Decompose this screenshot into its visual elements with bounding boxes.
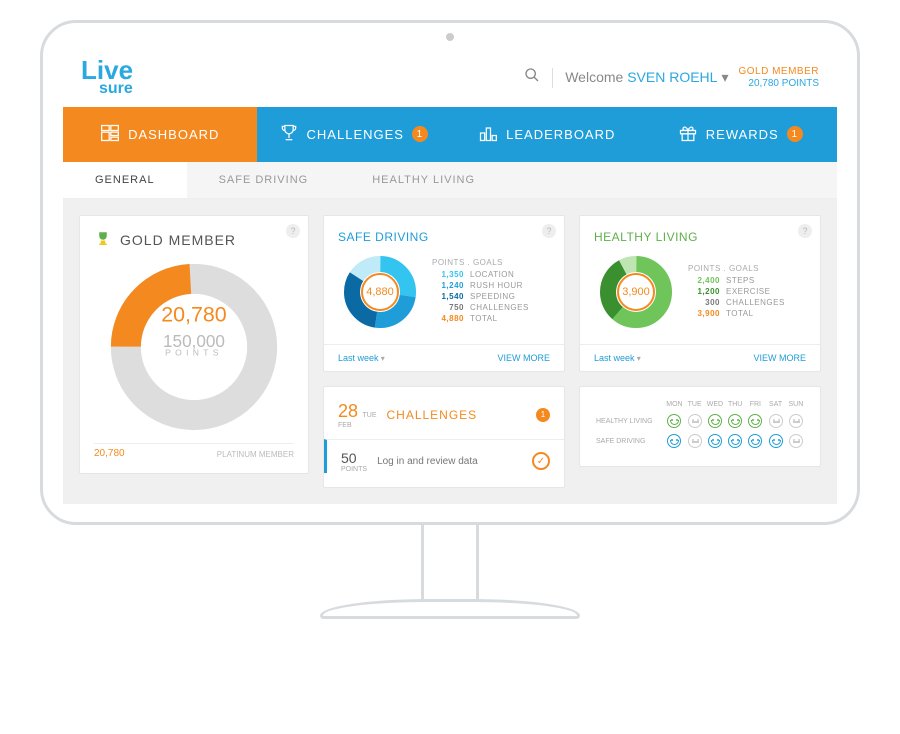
- safe-driving-period[interactable]: Last week: [338, 353, 385, 363]
- face-icon: [748, 414, 762, 428]
- challenge-item[interactable]: 50 POINTS Log in and review data ✓: [324, 439, 564, 473]
- mood-grid-card: MONTUEWEDTHUFRISATSUN HEALTHY LIVING: [579, 386, 821, 467]
- user-name[interactable]: SVEN ROEHL: [627, 69, 717, 85]
- member-points: 20,780: [130, 304, 259, 330]
- camera-dot: [446, 33, 454, 41]
- challenges-badge: 1: [412, 126, 428, 142]
- app-header: Live sure Welcome SVEN ROEHL▾ GOLD MEMBE…: [63, 49, 837, 107]
- face-icon: [708, 434, 722, 448]
- face-icon: [769, 414, 783, 428]
- primary-nav: DASHBOARD CHALLENGES 1 LEADERBOARD REWAR…: [63, 107, 837, 162]
- tab-safe-driving[interactable]: SAFE DRIVING: [187, 162, 341, 198]
- face-icon: [789, 414, 803, 428]
- nav-challenges[interactable]: CHALLENGES 1: [257, 107, 451, 162]
- healthy-living-donut: 3,900: [594, 250, 678, 334]
- trophy-icon: [279, 123, 299, 146]
- face-icon: [769, 434, 783, 448]
- brand-line2: sure: [99, 82, 133, 96]
- face-icon: [728, 434, 742, 448]
- challenges-card: 28 TUE FEB CHALLENGES 1 50 POINTS Log i: [323, 386, 565, 488]
- chevron-down-icon[interactable]: ▾: [721, 69, 728, 85]
- healthy-viewmore[interactable]: VIEW MORE: [753, 353, 806, 363]
- gift-icon: [678, 123, 698, 146]
- mood-row-safe: SAFE DRIVING: [594, 432, 806, 452]
- monitor-stand-base: [320, 599, 580, 619]
- healthy-living-total: 3,900: [594, 250, 678, 334]
- sub-nav: GENERAL SAFE DRIVING HEALTHY LIVING: [63, 162, 837, 199]
- header-divider: [552, 68, 553, 88]
- face-icon: [789, 434, 803, 448]
- face-icon: [667, 434, 681, 448]
- challenge-points: 50: [341, 450, 367, 466]
- healthy-living-title: HEALTHY LIVING: [594, 230, 806, 244]
- safe-driving-total: 4,880: [338, 250, 422, 334]
- challenges-count-badge: 1: [536, 408, 550, 422]
- member-points-label: POINTS: [130, 351, 259, 360]
- healthy-living-card: ? HEALTHY LIVING: [579, 215, 821, 372]
- face-icon: [688, 414, 702, 428]
- challenge-desc: Log in and review data: [377, 456, 522, 467]
- member-next-tier: PLATINUM MEMBER: [217, 450, 294, 459]
- member-title-text: GOLD MEMBER: [120, 232, 236, 248]
- safe-driving-legend: POINTS . GOALS 1,350LOCATION 1,240RUSH H…: [432, 258, 529, 325]
- help-icon[interactable]: ?: [542, 224, 556, 238]
- help-icon[interactable]: ?: [798, 224, 812, 238]
- face-icon: [667, 414, 681, 428]
- member-current: 20,780: [94, 448, 125, 459]
- nav-leaderboard[interactable]: LEADERBOARD: [450, 107, 644, 162]
- nav-rewards[interactable]: REWARDS 1: [644, 107, 838, 162]
- search-icon[interactable]: [524, 67, 540, 88]
- safe-driving-donut: 4,880: [338, 250, 422, 334]
- tab-general[interactable]: GENERAL: [63, 162, 187, 198]
- healthy-period[interactable]: Last week: [594, 353, 641, 363]
- dashboard-icon: [100, 123, 120, 146]
- nav-dashboard[interactable]: DASHBOARD: [63, 107, 257, 162]
- mood-header-row: MONTUEWEDTHUFRISATSUN: [594, 401, 806, 412]
- face-icon: [688, 434, 702, 448]
- rewards-badge: 1: [787, 126, 803, 142]
- leaderboard-icon: [478, 123, 498, 146]
- member-status: GOLD MEMBER 20,780 POINTS: [738, 66, 819, 90]
- safe-driving-card: ? SAFE DRIVING: [323, 215, 565, 372]
- safe-driving-viewmore[interactable]: VIEW MORE: [497, 353, 550, 363]
- safe-driving-title: SAFE DRIVING: [338, 230, 550, 244]
- healthy-living-legend: POINTS . GOALS 2,400STEPS 1,200EXERCISE …: [688, 264, 785, 320]
- monitor-frame: Live sure Welcome SVEN ROEHL▾ GOLD MEMBE…: [40, 20, 860, 525]
- trophy-mini-icon: [94, 230, 112, 251]
- help-icon[interactable]: ?: [286, 224, 300, 238]
- app-screen: Live sure Welcome SVEN ROEHL▾ GOLD MEMBE…: [63, 49, 837, 504]
- mood-row-healthy: HEALTHY LIVING: [594, 412, 806, 432]
- member-target: 150,000: [130, 330, 259, 351]
- challenge-date: 28 TUE FEB: [338, 401, 376, 429]
- monitor-stand-neck: [421, 522, 479, 602]
- points-label: 20,780 POINTS: [738, 78, 819, 90]
- welcome-text: Welcome SVEN ROEHL▾: [565, 69, 728, 86]
- tier-label: GOLD MEMBER: [738, 66, 819, 78]
- dashboard-content: ? GOLD MEMBER 20,780: [63, 199, 837, 504]
- tab-healthy-living[interactable]: HEALTHY LIVING: [340, 162, 507, 198]
- challenges-title: CHALLENGES: [386, 408, 526, 422]
- member-card: ? GOLD MEMBER 20,780: [79, 215, 309, 474]
- face-icon: [748, 434, 762, 448]
- brand-logo[interactable]: Live sure: [81, 59, 133, 97]
- check-icon[interactable]: ✓: [532, 452, 550, 470]
- face-icon: [728, 414, 742, 428]
- member-progress-donut: 20,780 150,000 POINTS: [104, 257, 284, 437]
- face-icon: [708, 414, 722, 428]
